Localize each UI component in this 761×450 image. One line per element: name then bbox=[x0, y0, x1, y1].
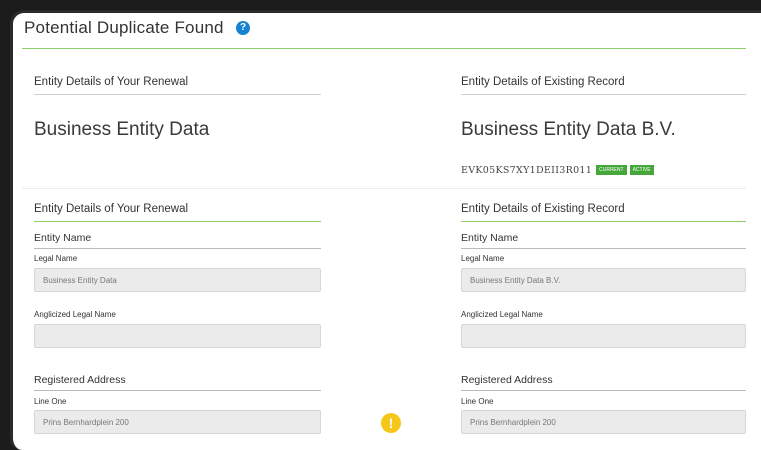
right-anglicized-field[interactable] bbox=[461, 324, 746, 348]
left-anglicized-label: Anglicized Legal Name bbox=[34, 310, 116, 319]
left-address-group: Registered Address bbox=[34, 374, 321, 391]
right-legal-name-field[interactable]: Business Entity Data B.V. bbox=[461, 268, 746, 292]
panel-header: Potential Duplicate Found ? bbox=[22, 16, 746, 49]
left-line-one-field[interactable]: Prins Bernhardplein 200 bbox=[34, 410, 321, 434]
exclamation-circle-icon[interactable]: ! bbox=[381, 413, 401, 433]
left-entity-name-group: Entity Name bbox=[34, 232, 321, 249]
left-anglicized-field[interactable] bbox=[34, 324, 321, 348]
right-anglicized-label: Anglicized Legal Name bbox=[461, 310, 543, 319]
right-entity-name-group: Entity Name bbox=[461, 232, 746, 249]
lei-row: EVK05KS7XY1DEII3R011 CURRENT ACTIVE bbox=[461, 163, 657, 177]
left-detail-heading: Entity Details of Your Renewal bbox=[34, 203, 321, 222]
right-legal-name-label: Legal Name bbox=[461, 254, 505, 263]
page-title: Potential Duplicate Found bbox=[24, 18, 224, 37]
renewal-entity-name: Business Entity Data bbox=[34, 119, 210, 140]
status-badge-current: CURRENT bbox=[596, 165, 627, 175]
right-address-group: Registered Address bbox=[461, 374, 746, 391]
left-legal-name-field[interactable]: Business Entity Data bbox=[34, 268, 321, 292]
existing-entity-name: Business Entity Data B.V. bbox=[461, 119, 676, 140]
section-divider bbox=[22, 188, 746, 189]
left-summary-heading: Entity Details of Your Renewal bbox=[34, 76, 321, 95]
right-line-one-field[interactable]: Prins Bernhardplein 200 bbox=[461, 410, 746, 434]
left-line-one-label: Line One bbox=[34, 397, 67, 406]
status-badge-active: ACTIVE bbox=[629, 165, 654, 175]
right-summary-heading: Entity Details of Existing Record bbox=[461, 76, 746, 95]
help-icon[interactable]: ? bbox=[236, 21, 250, 35]
right-line-one-label: Line One bbox=[461, 397, 494, 406]
left-legal-name-label: Legal Name bbox=[34, 254, 78, 263]
right-detail-heading: Entity Details of Existing Record bbox=[461, 203, 746, 222]
lei-code: EVK05KS7XY1DEII3R011 bbox=[461, 164, 593, 176]
